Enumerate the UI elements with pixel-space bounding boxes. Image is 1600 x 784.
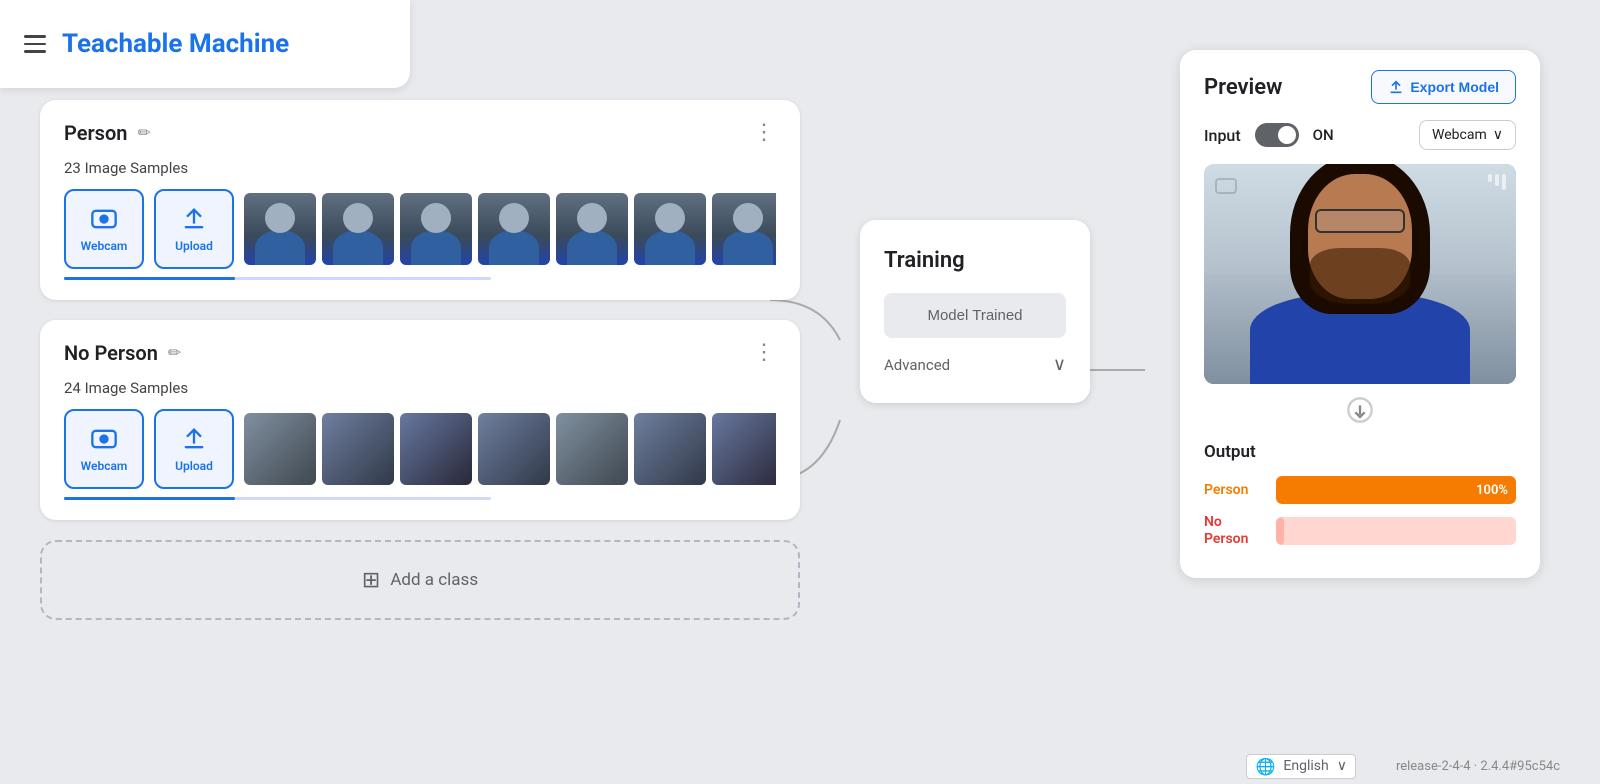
no-person-thumb-3	[400, 413, 472, 485]
edit-no-person-icon[interactable]: ✏	[168, 343, 181, 362]
class-header-no-person: No Person ✏ ⋮	[64, 340, 776, 365]
globe-icon: 🌐	[1255, 757, 1275, 776]
no-person-thumb-1	[244, 413, 316, 485]
lang-chevron-icon: ∨	[1337, 758, 1347, 774]
webcam-overlay-icon	[1214, 174, 1238, 202]
output-bar-fill-person: 100%	[1276, 476, 1516, 504]
person-thumb-2	[322, 193, 394, 265]
output-row-no-person: No Person	[1204, 514, 1516, 548]
no-person-thumb-2	[322, 413, 394, 485]
webcam-select-label: Webcam	[1432, 127, 1487, 143]
export-model-button[interactable]: Export Model	[1371, 70, 1516, 104]
advanced-row[interactable]: Advanced ∨	[884, 354, 1066, 375]
person-head-area	[1290, 164, 1430, 314]
input-label: Input	[1204, 126, 1241, 145]
output-bar-fill-no-person	[1276, 517, 1284, 545]
on-label: ON	[1313, 126, 1334, 144]
hamburger-menu[interactable]	[24, 35, 46, 53]
person-sample-count: 23 Image Samples	[64, 159, 776, 177]
person-samples-row: Webcam Upload	[64, 189, 776, 269]
person-thumb-1	[244, 193, 316, 265]
add-class-card[interactable]: ⊞ Add a class	[40, 540, 800, 620]
webcam-select[interactable]: Webcam ∨	[1419, 120, 1516, 150]
training-panel: Training Model Trained Advanced ∨	[860, 220, 1090, 403]
export-btn-label: Export Model	[1410, 79, 1499, 95]
person-thumb-7	[712, 193, 776, 265]
output-label-no-person: No Person	[1204, 514, 1264, 548]
person-thumb-4	[478, 193, 550, 265]
no-person-scroll-indicator[interactable]	[64, 497, 491, 500]
preview-title: Preview	[1204, 75, 1282, 100]
add-class-label: ⊞ Add a class	[362, 568, 478, 593]
person-thumb-6	[634, 193, 706, 265]
add-class-text: Add a class	[390, 570, 478, 590]
edit-person-icon[interactable]: ✏	[137, 123, 150, 142]
output-percent-person: 100%	[1476, 483, 1508, 498]
no-person-samples-row: Webcam Upload	[64, 409, 776, 489]
no-person-thumb-4	[478, 413, 550, 485]
release-info: release-2-4-4 · 2.4.4#95c54c	[1396, 759, 1560, 774]
preview-header: Preview Export Model	[1204, 70, 1516, 104]
footer: 🌐 English ∨ release-2-4-4 · 2.4.4#95c54c	[0, 748, 1600, 784]
output-row-person: Person 100%	[1204, 476, 1516, 504]
webcam-select-chevron: ∨	[1493, 127, 1503, 143]
training-title: Training	[884, 248, 1066, 273]
webcam-feed	[1204, 164, 1516, 384]
input-row: Input ON Webcam ∨	[1204, 120, 1516, 150]
person-thumb-3	[400, 193, 472, 265]
upload-btn-label: Upload	[175, 239, 213, 253]
class-name-row-no-person: No Person ✏	[64, 341, 181, 365]
no-person-thumb-7	[712, 413, 776, 485]
output-title: Output	[1204, 442, 1516, 462]
no-person-thumb-5	[556, 413, 628, 485]
class-header-person: Person ✏ ⋮	[64, 120, 776, 145]
person-thumbnails	[244, 193, 776, 265]
class-name-no-person: No Person	[64, 341, 158, 365]
no-person-webcam-label: Webcam	[81, 459, 128, 473]
toggle-thumb	[1278, 126, 1296, 144]
add-plus-icon: ⊞	[362, 568, 380, 593]
no-person-class-card: No Person ✏ ⋮ 24 Image Samples Webcam Up…	[40, 320, 800, 520]
export-icon	[1388, 79, 1404, 95]
output-label-person: Person	[1204, 482, 1264, 498]
person-thumb-5	[556, 193, 628, 265]
output-bar-bg-person: 100%	[1276, 476, 1516, 504]
webcam-signal-dots	[1488, 174, 1506, 190]
output-bar-bg-no-person	[1276, 517, 1516, 545]
down-arrow-icon	[1204, 396, 1516, 430]
person-upload-button[interactable]: Upload	[154, 189, 234, 269]
class-name-row-person: Person ✏	[64, 121, 151, 145]
input-toggle[interactable]	[1255, 123, 1299, 147]
no-person-sample-count: 24 Image Samples	[64, 379, 776, 397]
class-name-person: Person	[64, 121, 127, 145]
preview-panel: Preview Export Model Input ON Webcam ∨	[1180, 50, 1540, 578]
no-person-upload-label: Upload	[175, 459, 213, 473]
person-class-card: Person ✏ ⋮ 23 Image Samples Webcam Uploa…	[40, 100, 800, 300]
advanced-label: Advanced	[884, 356, 950, 374]
chevron-down-icon: ∨	[1053, 354, 1066, 375]
no-person-upload-button[interactable]: Upload	[154, 409, 234, 489]
no-person-thumbnails	[244, 413, 776, 485]
person-webcam-button[interactable]: Webcam	[64, 189, 144, 269]
class-cards-container: Person ✏ ⋮ 23 Image Samples Webcam Uploa…	[40, 100, 800, 620]
no-person-webcam-button[interactable]: Webcam	[64, 409, 144, 489]
more-no-person-icon[interactable]: ⋮	[753, 340, 776, 365]
no-person-thumb-6	[634, 413, 706, 485]
webcam-btn-label: Webcam	[81, 239, 128, 253]
app-header: Teachable Machine	[0, 0, 410, 88]
language-label: English	[1283, 758, 1328, 774]
output-label-no-person-text: No Person	[1204, 514, 1248, 547]
language-select[interactable]: 🌐 English ∨	[1246, 754, 1355, 779]
person-scroll-indicator[interactable]	[64, 277, 491, 280]
app-title: Teachable Machine	[62, 29, 289, 59]
train-button[interactable]: Model Trained	[884, 293, 1066, 338]
more-person-icon[interactable]: ⋮	[753, 120, 776, 145]
